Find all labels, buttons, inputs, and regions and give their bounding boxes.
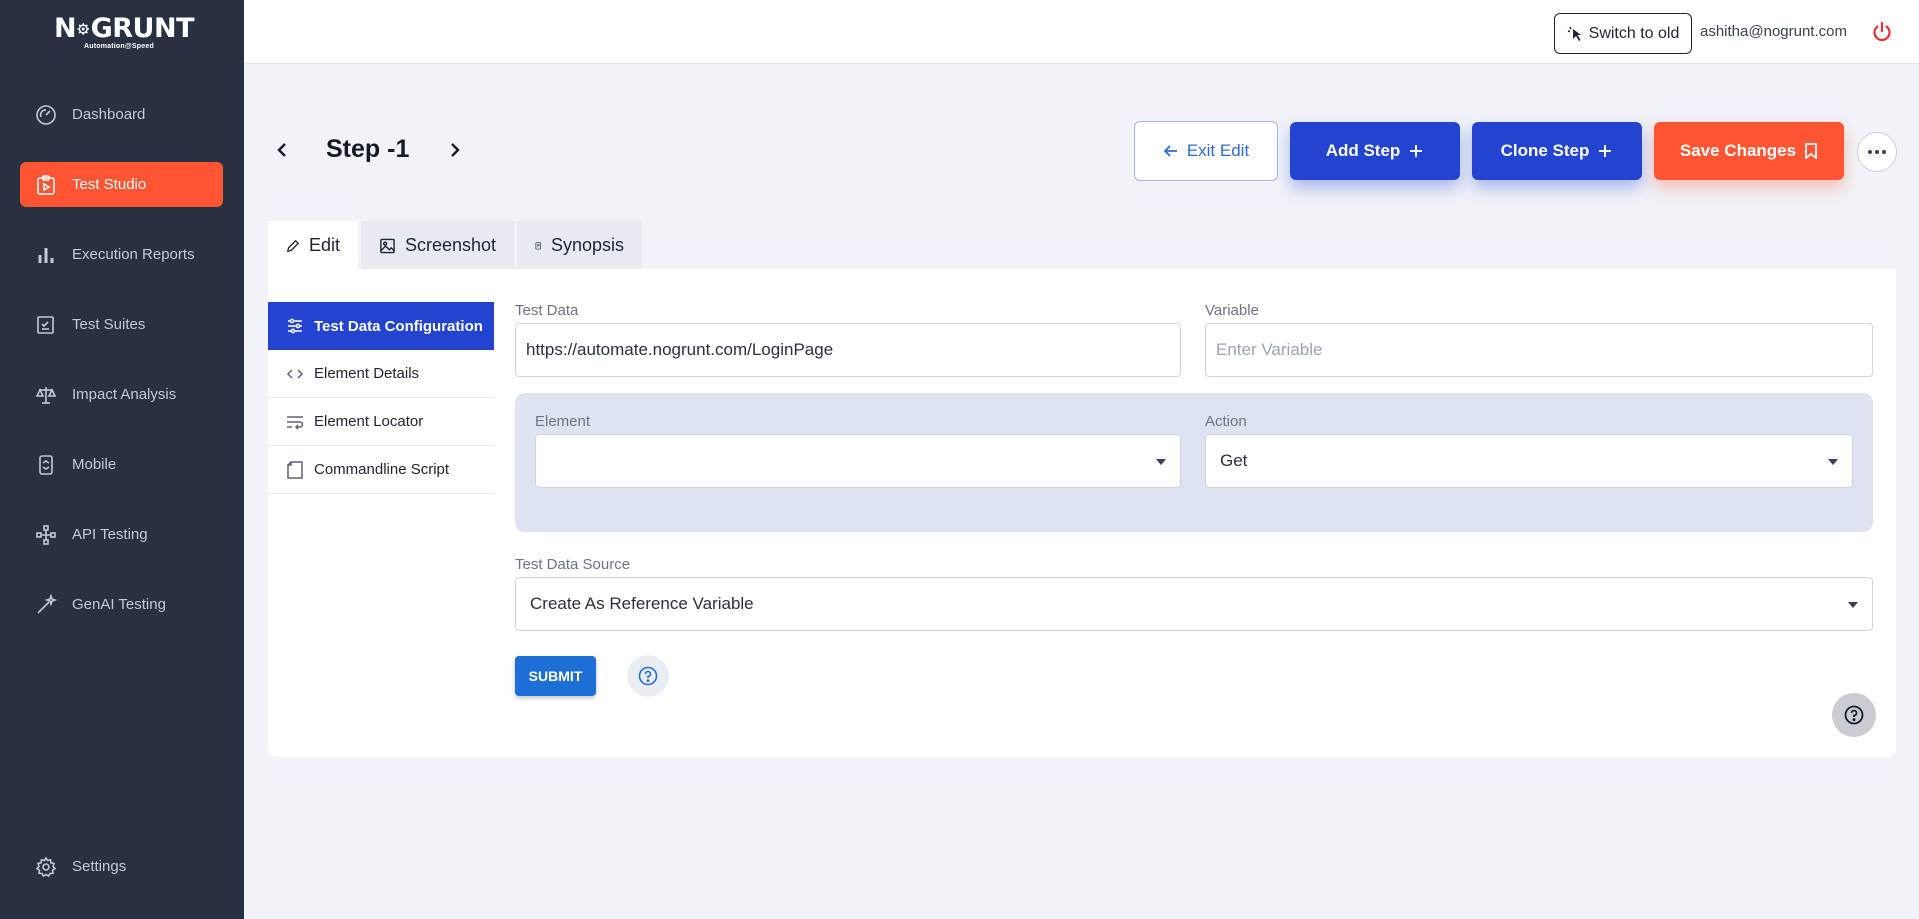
next-step-chevron-icon[interactable] (445, 138, 465, 162)
floating-help-button[interactable] (1832, 693, 1876, 737)
subnav-element-locator[interactable]: Element Locator (268, 398, 494, 446)
sidebar-item-test-suites[interactable]: Test Suites (20, 302, 223, 347)
script-file-icon (287, 460, 303, 479)
action-label: Action (1205, 413, 1247, 430)
logo-tagline: Automation@Speed (84, 43, 154, 50)
sidebar-item-dashboard[interactable]: Dashboard (20, 92, 223, 137)
tab-edit[interactable]: Edit (268, 221, 358, 270)
gear-icon (34, 855, 58, 879)
image-icon (380, 238, 395, 253)
subnav-test-data-configuration[interactable]: Test Data Configuration (268, 302, 494, 350)
clipboard-play-icon (34, 173, 58, 197)
power-icon[interactable] (1871, 21, 1893, 43)
test-data-input[interactable]: https://automate.nogrunt.com/LoginPage (515, 323, 1181, 377)
test-data-source-label: Test Data Source (515, 556, 631, 573)
switch-to-old-button[interactable]: Switch to old (1554, 13, 1692, 54)
gear-logo-icon (77, 23, 90, 35)
arrow-left-icon (1163, 143, 1179, 159)
submit-button[interactable]: SUBMIT (515, 656, 596, 696)
sidebar-item-label: API Testing (72, 526, 148, 543)
nogrunt-logo[interactable]: N GRUNT Automation@Speed (54, 13, 195, 54)
tab-screenshot[interactable]: Screenshot (361, 221, 514, 270)
test-data-source-value: Create As Reference Variable (530, 594, 754, 613)
test-data-label: Test Data (515, 302, 579, 319)
edit-subnav: Test Data Configuration Element Details … (268, 302, 494, 494)
sidebar-item-impact-analysis[interactable]: Impact Analysis (20, 372, 223, 417)
subnav-label: Element Details (314, 365, 420, 382)
exit-edit-label: Exit Edit (1186, 141, 1250, 160)
tab-label: Screenshot (404, 235, 496, 255)
variable-input[interactable]: Enter Variable (1205, 323, 1873, 377)
switch-label: Switch to old (1588, 24, 1680, 42)
save-changes-button[interactable]: Save Changes (1654, 122, 1844, 180)
tab-label: Edit (308, 235, 340, 255)
sidebar-item-genai-testing[interactable]: GenAI Testing (20, 582, 223, 627)
action-select[interactable]: Get (1205, 434, 1853, 488)
magic-wand-icon (34, 593, 58, 617)
subnav-label: Test Data Configuration (314, 317, 483, 335)
clone-step-button[interactable]: Clone Step (1472, 122, 1642, 180)
pointer-icon (1567, 26, 1581, 41)
previous-step-chevron-icon[interactable] (272, 138, 292, 162)
sidebar: N GRUNT Automation@Speed Dashboard Test … (0, 0, 244, 919)
sidebar-item-execution-reports[interactable]: Execution Reports (20, 232, 223, 277)
logo-text-right: GRUNT (90, 13, 195, 44)
plus-icon (1597, 143, 1613, 159)
tab-synopsis[interactable]: Synopsis (517, 221, 642, 270)
sidebar-item-settings[interactable]: Settings (20, 844, 223, 889)
element-select[interactable] (535, 434, 1181, 488)
subnav-commandline-script[interactable]: Commandline Script (268, 446, 494, 494)
subnav-element-details[interactable]: Element Details (268, 350, 494, 398)
save-changes-label: Save Changes (1679, 141, 1797, 160)
sidebar-item-label: Test Studio (72, 176, 147, 193)
user-email: ashitha@nogrunt.com (1700, 23, 1847, 40)
sidebar-item-test-studio[interactable]: Test Studio (20, 162, 223, 207)
variable-label: Variable (1205, 302, 1259, 319)
element-label: Element (535, 413, 591, 430)
logo-text-left: N (54, 13, 77, 44)
step-title: Step -1 (326, 135, 410, 163)
mobile-icon (34, 453, 58, 477)
caret-down-icon (1848, 602, 1858, 608)
sidebar-item-api-testing[interactable]: API Testing (20, 512, 223, 557)
caret-down-icon (1156, 459, 1166, 465)
tab-label: Synopsis (550, 235, 624, 255)
api-nodes-icon (34, 523, 58, 547)
sidebar-item-mobile[interactable]: Mobile (20, 442, 223, 487)
sidebar-item-label: Impact Analysis (72, 386, 177, 403)
text-wrap-icon (287, 415, 304, 430)
bar-chart-icon (34, 243, 58, 267)
sliders-icon (288, 318, 302, 334)
code-brackets-icon (286, 368, 304, 379)
pencil-icon (286, 239, 300, 252)
scale-icon (34, 383, 58, 407)
question-circle-icon (638, 666, 658, 686)
sidebar-item-label: Execution Reports (72, 246, 195, 263)
clone-step-label: Clone Step (1500, 141, 1590, 160)
sidebar-item-label: Dashboard (72, 106, 146, 123)
sidebar-item-label: Settings (72, 858, 127, 875)
add-step-button[interactable]: Add Step (1290, 122, 1460, 180)
action-select-value: Get (1220, 451, 1248, 470)
help-button[interactable] (627, 655, 669, 697)
sidebar-item-label: GenAI Testing (72, 596, 166, 613)
checklist-icon (34, 313, 58, 337)
caret-down-icon (1828, 459, 1838, 465)
sidebar-item-label: Test Suites (72, 316, 146, 333)
bookmark-icon (1804, 143, 1818, 159)
test-data-source-select[interactable]: Create As Reference Variable (515, 577, 1873, 631)
exit-edit-button[interactable]: Exit Edit (1134, 121, 1278, 181)
ellipsis-icon (1868, 150, 1886, 154)
more-options-button[interactable] (1857, 132, 1897, 172)
document-icon (535, 241, 541, 249)
question-circle-icon (1844, 705, 1864, 725)
subnav-label: Commandline Script (314, 461, 450, 478)
sidebar-item-label: Mobile (72, 456, 117, 473)
add-step-label: Add Step (1325, 141, 1401, 160)
plus-icon (1408, 143, 1424, 159)
gauge-icon (34, 103, 58, 127)
subnav-label: Element Locator (314, 413, 424, 430)
